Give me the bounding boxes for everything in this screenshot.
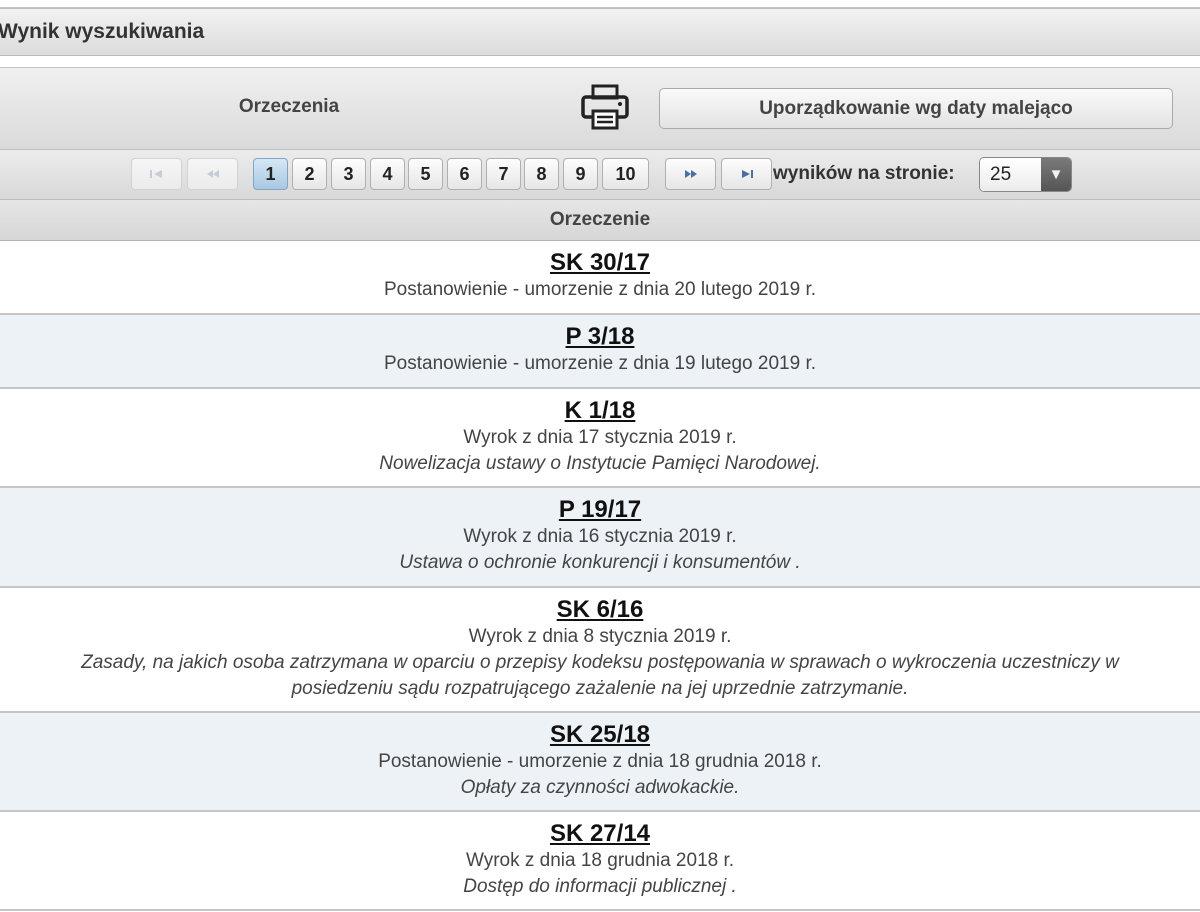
case-description: Wyrok z dnia 17 stycznia 2019 r. bbox=[463, 427, 737, 448]
printer-icon[interactable] bbox=[580, 82, 630, 132]
next-page-icon[interactable] bbox=[665, 158, 716, 190]
case-signature-link[interactable]: P 19/17 bbox=[559, 496, 641, 524]
case-description: Wyrok z dnia 18 grudnia 2018 r. bbox=[465, 850, 735, 871]
case-signature-link[interactable]: SK 25/18 bbox=[550, 721, 650, 749]
page-button-10[interactable]: 10 bbox=[602, 158, 649, 190]
page-button-2[interactable]: 2 bbox=[292, 158, 327, 190]
page-button-9[interactable]: 9 bbox=[563, 158, 598, 190]
case-description: Wyrok z dnia 16 stycznia 2019 r. bbox=[463, 526, 737, 547]
results-list: SK 30/17 Postanowienie - umorzenie z dni… bbox=[0, 241, 1200, 911]
table-row: P 19/17 Wyrok z dnia 16 stycznia 2019 r.… bbox=[0, 488, 1200, 588]
section-label: Orzeczenia bbox=[238, 96, 340, 117]
case-subject: Opłaty za czynności adwokackie. bbox=[460, 777, 740, 798]
case-subject: Ustawa o ochronie konkurencji i konsumen… bbox=[399, 552, 801, 573]
table-row: K 1/18 Wyrok z dnia 17 stycznia 2019 r. … bbox=[0, 389, 1200, 488]
table-row: SK 25/18 Postanowienie - umorzenie z dni… bbox=[0, 713, 1200, 812]
toolbar: Orzeczenia Uporządkowanie wg daty maleją… bbox=[0, 68, 1200, 150]
case-signature-link[interactable]: P 3/18 bbox=[566, 323, 635, 351]
page-button-7[interactable]: 7 bbox=[486, 158, 521, 190]
first-page-icon[interactable] bbox=[131, 158, 182, 190]
page-button-1[interactable]: 1 bbox=[253, 158, 288, 190]
page-button-3[interactable]: 3 bbox=[331, 158, 366, 190]
top-border bbox=[0, 0, 1200, 8]
case-description: Wyrok z dnia 8 stycznia 2019 r. bbox=[468, 626, 732, 647]
last-page-icon[interactable] bbox=[721, 158, 772, 190]
results-title-bar: Wynik wyszukiwania bbox=[0, 8, 1200, 56]
case-description: Postanowienie - umorzenie z dnia 19 lute… bbox=[384, 353, 816, 374]
page-button-5[interactable]: 5 bbox=[408, 158, 443, 190]
table-row: SK 6/16 Wyrok z dnia 8 stycznia 2019 r. … bbox=[0, 588, 1200, 713]
per-page-select[interactable]: 25 ▼ bbox=[979, 157, 1072, 192]
page-button-6[interactable]: 6 bbox=[447, 158, 482, 190]
case-signature-link[interactable]: K 1/18 bbox=[565, 397, 636, 425]
case-description: Postanowienie - umorzenie z dnia 18 grud… bbox=[378, 751, 822, 772]
case-signature-link[interactable]: SK 27/14 bbox=[550, 820, 650, 848]
page-button-4[interactable]: 4 bbox=[370, 158, 405, 190]
table-row: SK 30/17 Postanowienie - umorzenie z dni… bbox=[0, 241, 1200, 315]
chevron-down-icon: ▼ bbox=[1041, 158, 1071, 191]
table-row: SK 27/14 Wyrok z dnia 18 grudnia 2018 r.… bbox=[0, 812, 1200, 911]
case-subject: Nowelizacja ustawy o Instytucie Pamięci … bbox=[379, 453, 821, 474]
per-page-label: wyników na stronie: bbox=[773, 163, 955, 184]
case-signature-link[interactable]: SK 6/16 bbox=[557, 596, 644, 624]
table-row: P 3/18 Postanowienie - umorzenie z dnia … bbox=[0, 315, 1200, 389]
case-subject: Zasady, na jakich osoba zatrzymana w opa… bbox=[81, 652, 1119, 699]
per-page-value: 25 bbox=[980, 158, 1041, 191]
sort-button[interactable]: Uporządkowanie wg daty malejąco bbox=[659, 88, 1173, 129]
page-button-8[interactable]: 8 bbox=[524, 158, 559, 190]
previous-page-icon[interactable] bbox=[187, 158, 238, 190]
separator bbox=[0, 56, 1200, 68]
case-description: Postanowienie - umorzenie z dnia 20 lute… bbox=[384, 279, 816, 300]
page-title: Wynik wyszukiwania bbox=[0, 20, 205, 43]
case-signature-link[interactable]: SK 30/17 bbox=[550, 249, 650, 277]
pagination-bar: 1 2 3 4 5 6 7 8 9 10 wyników na stronie:… bbox=[0, 150, 1200, 200]
case-subject: Dostęp do informacji publicznej . bbox=[463, 876, 737, 897]
column-header: Orzeczenie bbox=[0, 200, 1200, 241]
